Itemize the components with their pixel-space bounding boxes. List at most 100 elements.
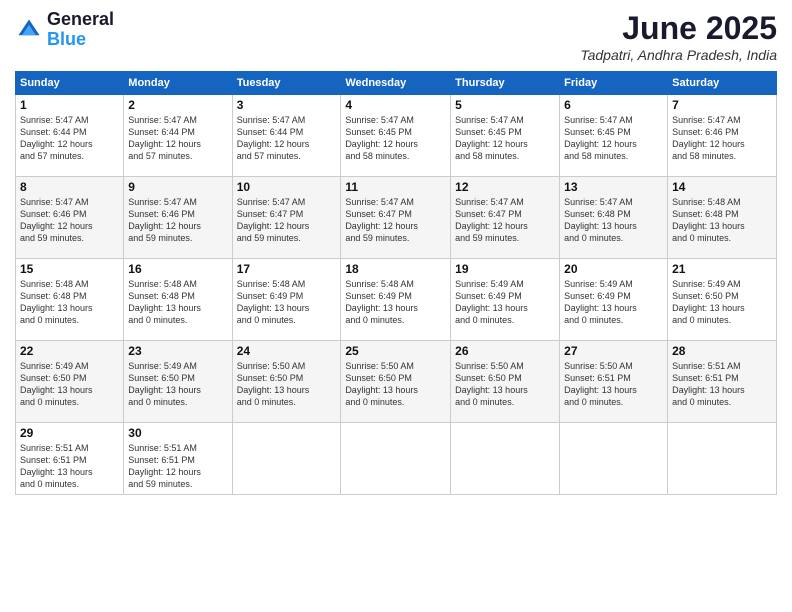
day-info: Sunrise: 5:48 AM Sunset: 6:48 PM Dayligh… <box>672 196 772 245</box>
day-number: 5 <box>455 98 555 112</box>
day-info: Sunrise: 5:49 AM Sunset: 6:50 PM Dayligh… <box>672 278 772 327</box>
day-number: 4 <box>345 98 446 112</box>
table-row <box>668 423 777 495</box>
calendar-table: Sunday Monday Tuesday Wednesday Thursday… <box>15 71 777 495</box>
table-row: 29 Sunrise: 5:51 AM Sunset: 6:51 PM Dayli… <box>16 423 124 495</box>
day-info: Sunrise: 5:50 AM Sunset: 6:50 PM Dayligh… <box>237 360 337 409</box>
table-row <box>232 423 341 495</box>
table-row: 22 Sunrise: 5:49 AM Sunset: 6:50 PM Dayli… <box>16 341 124 423</box>
day-number: 20 <box>564 262 663 276</box>
table-row: 19 Sunrise: 5:49 AM Sunset: 6:49 PM Dayli… <box>451 259 560 341</box>
day-number: 14 <box>672 180 772 194</box>
day-number: 23 <box>128 344 227 358</box>
day-number: 2 <box>128 98 227 112</box>
day-info: Sunrise: 5:48 AM Sunset: 6:48 PM Dayligh… <box>128 278 227 327</box>
day-number: 21 <box>672 262 772 276</box>
day-number: 26 <box>455 344 555 358</box>
table-row: 12 Sunrise: 5:47 AM Sunset: 6:47 PM Dayli… <box>451 177 560 259</box>
day-number: 10 <box>237 180 337 194</box>
table-row: 17 Sunrise: 5:48 AM Sunset: 6:49 PM Dayli… <box>232 259 341 341</box>
day-info: Sunrise: 5:51 AM Sunset: 6:51 PM Dayligh… <box>128 442 227 491</box>
day-number: 13 <box>564 180 663 194</box>
col-wednesday: Wednesday <box>341 72 451 95</box>
table-row: 23Sunrise: 5:49 AM Sunset: 6:50 PM Dayli… <box>124 341 232 423</box>
day-info: Sunrise: 5:48 AM Sunset: 6:48 PM Dayligh… <box>20 278 119 327</box>
col-sunday: Sunday <box>16 72 124 95</box>
day-info: Sunrise: 5:47 AM Sunset: 6:44 PM Dayligh… <box>237 114 337 163</box>
table-row: 14 Sunrise: 5:48 AM Sunset: 6:48 PM Dayli… <box>668 177 777 259</box>
day-info: Sunrise: 5:47 AM Sunset: 6:44 PM Dayligh… <box>20 114 119 163</box>
day-info: Sunrise: 5:51 AM Sunset: 6:51 PM Dayligh… <box>672 360 772 409</box>
table-row <box>341 423 451 495</box>
day-number: 29 <box>20 426 119 440</box>
day-info: Sunrise: 5:47 AM Sunset: 6:45 PM Dayligh… <box>564 114 663 163</box>
day-number: 16 <box>128 262 227 276</box>
day-info: Sunrise: 5:48 AM Sunset: 6:49 PM Dayligh… <box>237 278 337 327</box>
day-info: Sunrise: 5:47 AM Sunset: 6:46 PM Dayligh… <box>672 114 772 163</box>
day-info: Sunrise: 5:49 AM Sunset: 6:49 PM Dayligh… <box>455 278 555 327</box>
table-row: 27Sunrise: 5:50 AM Sunset: 6:51 PM Dayli… <box>560 341 668 423</box>
table-row: 26 Sunrise: 5:50 AM Sunset: 6:50 PM Dayli… <box>451 341 560 423</box>
col-saturday: Saturday <box>668 72 777 95</box>
day-info: Sunrise: 5:47 AM Sunset: 6:45 PM Dayligh… <box>455 114 555 163</box>
table-row: 15 Sunrise: 5:48 AM Sunset: 6:48 PM Dayli… <box>16 259 124 341</box>
main-title: June 2025 <box>580 10 777 47</box>
day-number: 1 <box>20 98 119 112</box>
table-row: 24 Sunrise: 5:50 AM Sunset: 6:50 PM Dayli… <box>232 341 341 423</box>
day-number: 11 <box>345 180 446 194</box>
table-row: 9 Sunrise: 5:47 AM Sunset: 6:46 PM Daylig… <box>124 177 232 259</box>
table-row: 2 Sunrise: 5:47 AM Sunset: 6:44 PM Daylig… <box>124 95 232 177</box>
day-info: Sunrise: 5:49 AM Sunset: 6:49 PM Dayligh… <box>564 278 663 327</box>
table-row: 20 Sunrise: 5:49 AM Sunset: 6:49 PM Dayli… <box>560 259 668 341</box>
col-tuesday: Tuesday <box>232 72 341 95</box>
logo: General Blue <box>15 10 114 50</box>
day-info: Sunrise: 5:50 AM Sunset: 6:50 PM Dayligh… <box>455 360 555 409</box>
subtitle: Tadpatri, Andhra Pradesh, India <box>580 47 777 63</box>
table-row: 30Sunrise: 5:51 AM Sunset: 6:51 PM Dayli… <box>124 423 232 495</box>
day-number: 9 <box>128 180 227 194</box>
table-row: 4Sunrise: 5:47 AM Sunset: 6:45 PM Daylig… <box>341 95 451 177</box>
col-monday: Monday <box>124 72 232 95</box>
table-row: 25 Sunrise: 5:50 AM Sunset: 6:50 PM Dayli… <box>341 341 451 423</box>
table-row: 10 Sunrise: 5:47 AM Sunset: 6:47 PM Dayli… <box>232 177 341 259</box>
table-row: 28 Sunrise: 5:51 AM Sunset: 6:51 PM Dayli… <box>668 341 777 423</box>
day-info: Sunrise: 5:47 AM Sunset: 6:47 PM Dayligh… <box>455 196 555 245</box>
day-number: 7 <box>672 98 772 112</box>
day-info: Sunrise: 5:47 AM Sunset: 6:46 PM Dayligh… <box>128 196 227 245</box>
day-number: 15 <box>20 262 119 276</box>
table-row: 5 Sunrise: 5:47 AM Sunset: 6:45 PM Daylig… <box>451 95 560 177</box>
table-row: 21 Sunrise: 5:49 AM Sunset: 6:50 PM Dayli… <box>668 259 777 341</box>
day-number: 12 <box>455 180 555 194</box>
day-info: Sunrise: 5:47 AM Sunset: 6:46 PM Dayligh… <box>20 196 119 245</box>
logo-text: General Blue <box>47 10 114 50</box>
day-info: Sunrise: 5:47 AM Sunset: 6:47 PM Dayligh… <box>345 196 446 245</box>
table-row: 3 Sunrise: 5:47 AM Sunset: 6:44 PM Daylig… <box>232 95 341 177</box>
day-number: 8 <box>20 180 119 194</box>
day-info: Sunrise: 5:49 AM Sunset: 6:50 PM Dayligh… <box>20 360 119 409</box>
day-info: Sunrise: 5:50 AM Sunset: 6:50 PM Dayligh… <box>345 360 446 409</box>
col-friday: Friday <box>560 72 668 95</box>
day-info: Sunrise: 5:47 AM Sunset: 6:44 PM Dayligh… <box>128 114 227 163</box>
table-row: 13Sunrise: 5:47 AM Sunset: 6:48 PM Dayli… <box>560 177 668 259</box>
table-row: 16 Sunrise: 5:48 AM Sunset: 6:48 PM Dayli… <box>124 259 232 341</box>
day-number: 18 <box>345 262 446 276</box>
table-row: 6 Sunrise: 5:47 AM Sunset: 6:45 PM Daylig… <box>560 95 668 177</box>
day-info: Sunrise: 5:50 AM Sunset: 6:51 PM Dayligh… <box>564 360 663 409</box>
day-info: Sunrise: 5:47 AM Sunset: 6:47 PM Dayligh… <box>237 196 337 245</box>
day-number: 6 <box>564 98 663 112</box>
day-number: 19 <box>455 262 555 276</box>
table-row <box>560 423 668 495</box>
table-row: 18Sunrise: 5:48 AM Sunset: 6:49 PM Dayli… <box>341 259 451 341</box>
page: General Blue June 2025 Tadpatri, Andhra … <box>0 0 792 612</box>
day-number: 25 <box>345 344 446 358</box>
day-number: 24 <box>237 344 337 358</box>
table-row: 8 Sunrise: 5:47 AM Sunset: 6:46 PM Daylig… <box>16 177 124 259</box>
col-thursday: Thursday <box>451 72 560 95</box>
day-number: 3 <box>237 98 337 112</box>
day-number: 28 <box>672 344 772 358</box>
day-number: 22 <box>20 344 119 358</box>
day-info: Sunrise: 5:51 AM Sunset: 6:51 PM Dayligh… <box>20 442 119 491</box>
day-number: 17 <box>237 262 337 276</box>
title-section: June 2025 Tadpatri, Andhra Pradesh, Indi… <box>580 10 777 63</box>
logo-icon <box>15 16 43 44</box>
